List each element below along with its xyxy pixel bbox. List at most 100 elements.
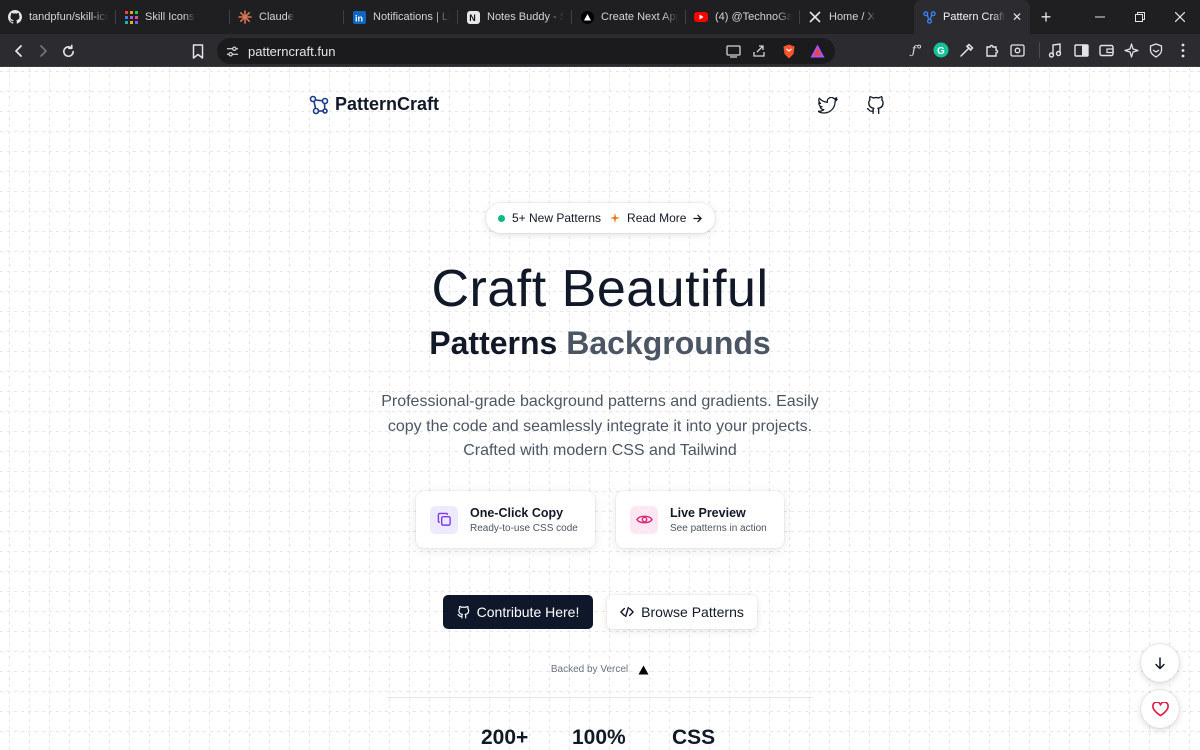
background-grid-line — [0, 571, 1200, 572]
backed-by-vercel[interactable]: Backed by Vercel — [0, 664, 1200, 675]
bookmark-icon[interactable] — [187, 40, 209, 62]
tab-label: Create Next App — [601, 11, 678, 23]
tab-skill-icons[interactable]: Skill Icons — [116, 0, 230, 34]
read-more-link[interactable]: Read More — [627, 211, 686, 225]
svg-text:in: in — [355, 13, 363, 23]
brand-name: PatternCraft — [335, 94, 440, 114]
youtube-icon — [694, 10, 708, 24]
linkedin-icon: in — [352, 10, 366, 24]
skill-icons-icon — [124, 10, 138, 24]
tab-label: Home / X — [829, 11, 875, 23]
brand-logo[interactable]: PatternCraft — [309, 94, 439, 115]
background-grid-line — [0, 151, 1200, 152]
browser-toolbar: patterncraft.fun ƒ° G — [0, 34, 1200, 67]
sparkle-icon — [610, 213, 621, 223]
share-icon[interactable] — [750, 42, 768, 60]
patterncraft-icon — [922, 10, 936, 24]
feature-card-copy: One-Click Copy Ready-to-use CSS code — [416, 491, 595, 548]
hero-subtitle: Patterns Backgrounds — [0, 325, 1200, 362]
patterncraft-logo-icon — [309, 95, 329, 114]
back-arrow-icon[interactable] — [8, 40, 30, 62]
announcement-badge[interactable]: 5+ New Patterns Read More — [486, 203, 715, 233]
tab-linkedin[interactable]: in Notifications | LinkedIn — [344, 0, 458, 34]
new-tab-button[interactable]: + — [1030, 0, 1062, 34]
github-icon — [866, 95, 884, 114]
tab-label: tandpfun/skill-icons — [29, 11, 108, 23]
browse-patterns-button[interactable]: Browse Patterns — [607, 595, 757, 629]
color-picker-icon[interactable] — [957, 41, 975, 59]
tab-label: Pattern Craft — [943, 11, 1006, 23]
backed-by-label: Backed by Vercel — [550, 664, 629, 675]
cast-icon[interactable] — [724, 42, 742, 60]
svg-text:G: G — [937, 46, 945, 57]
vpn-shield-icon[interactable] — [1147, 41, 1165, 59]
favorite-button[interactable] — [1141, 690, 1179, 728]
section-divider — [387, 697, 813, 698]
new-patterns-label: 5+ New Patterns — [512, 211, 602, 225]
screenshot-icon[interactable] — [1008, 41, 1026, 59]
grammarly-icon[interactable]: G — [932, 41, 950, 59]
hero-description: Professional-grade background patterns a… — [381, 393, 819, 459]
hero-subtitle-part2: Backgrounds — [566, 325, 771, 361]
menu-icon[interactable] — [1174, 41, 1192, 59]
url-text: patterncraft.fun — [248, 43, 336, 59]
nextjs-icon — [580, 10, 594, 24]
feature-subtitle: Ready-to-use CSS code — [470, 522, 578, 534]
status-dot — [498, 214, 505, 222]
page-content: PatternCraft 5+ New Patterns Read More C… — [0, 68, 1200, 750]
wallet-icon[interactable] — [1097, 41, 1115, 59]
browse-label: Browse Patterns — [641, 604, 744, 620]
restore-icon[interactable] — [1120, 0, 1160, 34]
background-grid-line — [0, 531, 1200, 532]
eye-icon — [630, 505, 658, 534]
x-icon — [808, 10, 822, 24]
close-tab-icon[interactable]: ✕ — [1008, 10, 1022, 24]
browser-tab-bar: tandpfun/skill-icons Skill Icons Claude … — [0, 0, 1200, 34]
heart-icon — [1151, 701, 1169, 716]
svg-text:N: N — [469, 13, 476, 23]
background-grid-line — [0, 511, 1200, 512]
scroll-down-button[interactable] — [1141, 644, 1179, 682]
code-icon — [620, 606, 634, 618]
leo-ai-icon[interactable] — [1122, 41, 1140, 59]
reload-icon[interactable] — [57, 40, 79, 62]
tab-x[interactable]: Home / X — [800, 0, 914, 34]
brave-shields-icon[interactable] — [780, 42, 798, 60]
background-grid-line — [0, 651, 1200, 652]
site-settings-icon[interactable] — [223, 42, 241, 60]
tab-label: Skill Icons — [145, 11, 195, 23]
background-grid-line — [0, 91, 1200, 92]
feature-subtitle: See patterns in action — [670, 522, 767, 534]
twitter-link[interactable] — [817, 94, 839, 116]
forward-arrow-icon[interactable] — [32, 40, 54, 62]
minimize-icon[interactable] — [1080, 0, 1120, 34]
contribute-label: Contribute Here! — [476, 604, 580, 620]
tab-pattern-craft[interactable]: Pattern Craft ✕ — [914, 0, 1030, 34]
background-grid-line — [0, 71, 1200, 72]
github-link[interactable] — [864, 94, 886, 116]
sidebar-icon[interactable] — [1072, 41, 1090, 59]
feature-card-preview: Live Preview See patterns in action — [616, 491, 784, 548]
tab-next-app[interactable]: Create Next App — [572, 0, 686, 34]
close-window-icon[interactable] — [1160, 0, 1200, 34]
tab-youtube[interactable]: (4) @TechnoGamer — [686, 0, 800, 34]
extensions-puzzle-icon[interactable] — [983, 41, 1001, 59]
background-grid-line — [0, 611, 1200, 612]
background-grid-line — [0, 551, 1200, 552]
feature-title: Live Preview — [670, 505, 746, 520]
background-grid-line — [0, 471, 1200, 472]
tab-notes-buddy[interactable]: N Notes Buddy - S — [458, 0, 572, 34]
background-grid-line — [0, 691, 1200, 692]
contribute-button[interactable]: Contribute Here! — [443, 595, 593, 629]
brave-rewards-icon[interactable] — [808, 42, 826, 60]
tab-github[interactable]: tandpfun/skill-icons — [0, 0, 116, 34]
script-extension-icon[interactable]: ƒ° — [908, 41, 926, 59]
stat-css: CSS — [672, 726, 716, 749]
notes-buddy-icon: N — [466, 10, 480, 24]
background-grid-line — [0, 191, 1200, 192]
twitter-icon — [818, 96, 838, 114]
music-icon[interactable] — [1046, 41, 1064, 59]
tab-label: Notifications | LinkedIn — [373, 11, 450, 23]
tab-claude[interactable]: Claude — [230, 0, 344, 34]
address-bar[interactable]: patterncraft.fun — [217, 38, 835, 64]
